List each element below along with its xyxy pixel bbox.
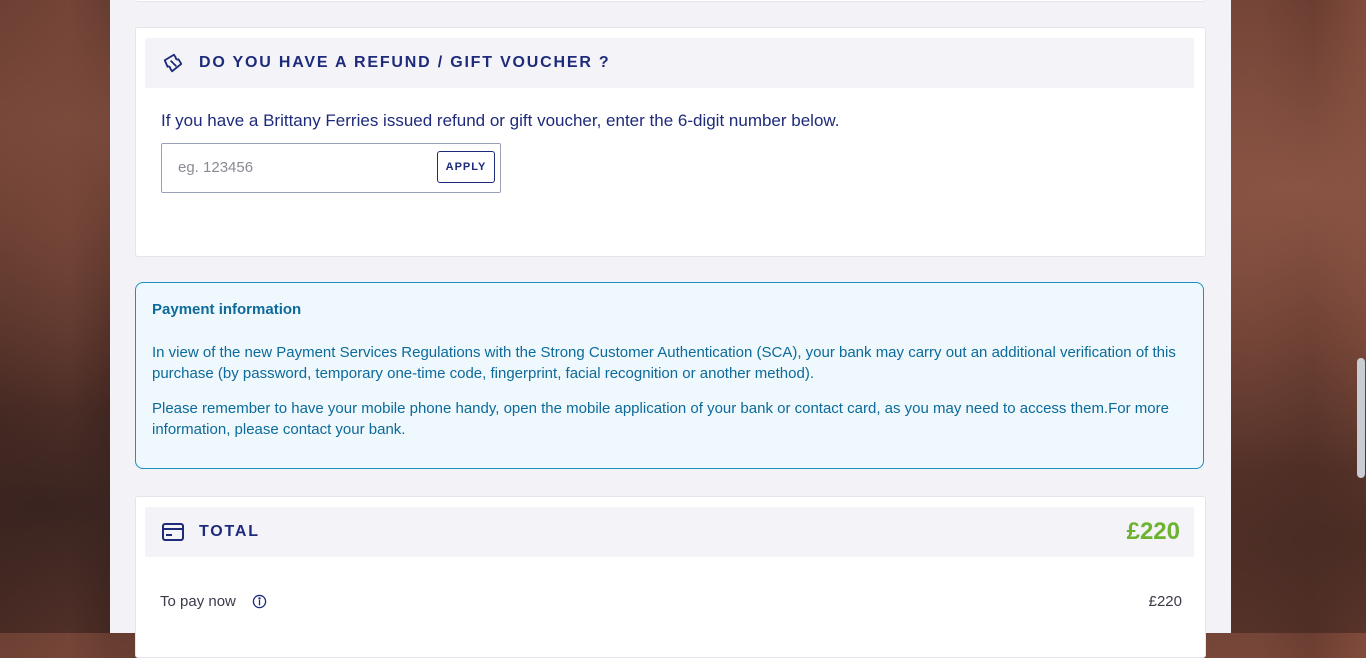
payment-information-title: Payment information bbox=[152, 301, 302, 318]
apply-voucher-button[interactable]: APPLY bbox=[437, 151, 495, 183]
scrollbar-thumb[interactable] bbox=[1357, 358, 1365, 478]
ticket-icon bbox=[161, 51, 185, 75]
total-amount: £220 bbox=[1126, 518, 1180, 545]
page-scrollbar[interactable] bbox=[1356, 0, 1366, 633]
voucher-number-input[interactable] bbox=[162, 144, 454, 190]
voucher-field: APPLY bbox=[161, 143, 501, 193]
voucher-description: If you have a Brittany Ferries issued re… bbox=[161, 111, 840, 130]
payment-information-paragraph: Please remember to have your mobile phon… bbox=[152, 400, 1169, 438]
voucher-section-title: DO YOU HAVE A REFUND / GIFT VOUCHER ? bbox=[199, 54, 611, 71]
total-section-header: TOTAL £220 bbox=[145, 507, 1194, 557]
previous-section-card bbox=[135, 0, 1206, 2]
voucher-section-header: DO YOU HAVE A REFUND / GIFT VOUCHER ? bbox=[145, 38, 1194, 88]
info-icon[interactable] bbox=[252, 594, 267, 609]
total-section: TOTAL £220 To pay now £220 bbox=[135, 496, 1206, 658]
total-title: TOTAL bbox=[199, 523, 260, 540]
credit-card-icon bbox=[161, 520, 185, 544]
pay-now-row: To pay now £220 bbox=[160, 591, 1182, 611]
payment-information-paragraph: In view of the new Payment Services Regu… bbox=[152, 344, 1176, 382]
pay-now-label: To pay now bbox=[160, 592, 236, 610]
pay-now-amount: £220 bbox=[1148, 592, 1182, 610]
voucher-section: DO YOU HAVE A REFUND / GIFT VOUCHER ? If… bbox=[135, 27, 1206, 257]
checkout-page: DO YOU HAVE A REFUND / GIFT VOUCHER ? If… bbox=[110, 0, 1231, 658]
payment-information-box: Payment information In view of the new P… bbox=[135, 282, 1204, 469]
